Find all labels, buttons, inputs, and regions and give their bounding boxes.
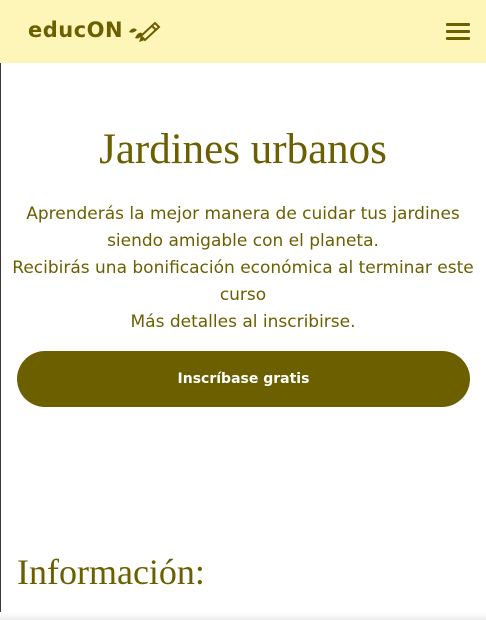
menu-bar (446, 37, 470, 40)
pencil-leaf-icon (129, 21, 161, 42)
course-title: Jardines urbanos (99, 126, 387, 173)
brand-logo[interactable]: educON (28, 16, 161, 44)
logo-text: educON (28, 18, 124, 42)
page-left-border (0, 0, 1, 620)
top-navbar: educON (0, 0, 486, 63)
description-line: Aprenderás la mejor manera de cuidar tus… (26, 204, 460, 224)
content-divider (0, 612, 486, 620)
description-line: siendo amigable con el planeta. (107, 231, 379, 251)
hamburger-menu-icon[interactable] (444, 20, 472, 42)
information-heading: Información: (17, 552, 205, 592)
description-line: Más detalles al inscribirse. (130, 312, 356, 332)
menu-bar (446, 23, 470, 26)
description-line: Recibirás una bonificación económica al … (12, 258, 474, 278)
enroll-free-button[interactable]: Inscríbase gratis (17, 351, 470, 407)
description-line: curso (219, 285, 267, 305)
course-description: Aprenderás la mejor manera de cuidar tus… (12, 201, 474, 336)
menu-bar (446, 30, 470, 33)
